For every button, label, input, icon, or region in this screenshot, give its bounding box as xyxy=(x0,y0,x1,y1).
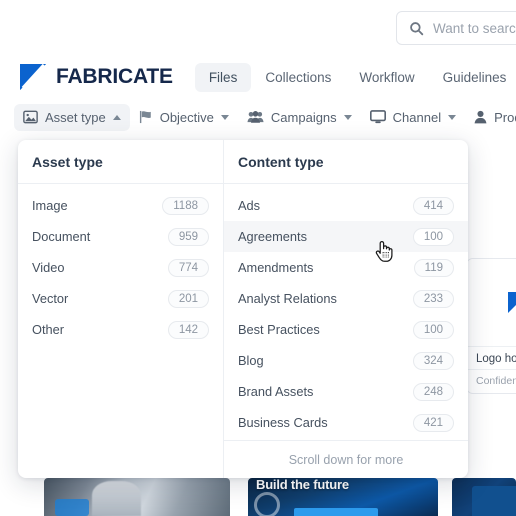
option-analyst-relations[interactable]: Analyst Relations 233 xyxy=(224,283,468,314)
asset-card-title: Logo hor xyxy=(476,353,516,365)
option-ads[interactable]: Ads 414 xyxy=(224,190,468,221)
option-image[interactable]: Image 1188 xyxy=(18,190,223,221)
option-label: Analyst Relations xyxy=(238,291,337,306)
chevron-up-icon xyxy=(112,114,121,120)
chevron-down-icon xyxy=(343,114,352,120)
banner-cta-button[interactable] xyxy=(294,508,378,516)
option-label: Vector xyxy=(32,291,69,306)
top-bar: Want to search xyxy=(0,0,516,55)
scroll-hint: Scroll down for more xyxy=(224,440,468,478)
option-vector[interactable]: Vector 201 xyxy=(18,283,223,314)
nav-tabs: Files Collections Workflow Guidelines xyxy=(194,62,516,92)
tab-guidelines[interactable]: Guidelines xyxy=(429,63,516,92)
option-count: 959 xyxy=(167,227,209,246)
chevron-down-icon xyxy=(448,114,457,120)
column-header-asset-type: Asset type xyxy=(18,140,223,184)
filter-channel-label: Channel xyxy=(392,109,442,125)
option-count: 100 xyxy=(412,320,454,339)
option-label: Document xyxy=(32,229,91,244)
option-count: 324 xyxy=(412,351,454,370)
brand-name: FABRICATE xyxy=(56,65,173,88)
option-count: 201 xyxy=(167,289,209,308)
image-icon xyxy=(23,110,38,124)
search-icon xyxy=(409,21,424,36)
thumbnail-blue-abstract-tile[interactable] xyxy=(452,478,516,516)
option-label: Blog xyxy=(238,353,264,368)
filter-asset-type[interactable]: Asset type xyxy=(14,103,130,131)
people-icon xyxy=(247,110,264,124)
option-brand-assets[interactable]: Brand Assets 248 xyxy=(224,376,468,407)
asset-type-option-list: Image 1188 Document 959 Video 774 Vector… xyxy=(18,184,223,345)
filter-campaigns-label: Campaigns xyxy=(270,109,337,125)
tab-collections[interactable]: Collections xyxy=(251,63,345,92)
option-count: 142 xyxy=(167,320,209,339)
person-icon xyxy=(474,110,487,124)
filter-produced-by-label: Produced b xyxy=(494,109,516,125)
filter-bar: Asset type Objective Campaigns Channel P… xyxy=(0,99,516,135)
banner-caption: Build the future xyxy=(256,478,349,492)
dropdown-column-content-type: Content type Ads 414 Agreements 100 Amen… xyxy=(224,140,468,478)
filter-objective[interactable]: Objective xyxy=(130,104,238,131)
option-label: Video xyxy=(32,260,65,275)
asset-card-preview[interactable]: F Logo hor Confidenti xyxy=(466,258,516,394)
option-amendments[interactable]: Amendments 119 xyxy=(224,252,468,283)
mouse-cursor-pointer-hand-icon xyxy=(374,239,394,263)
option-count: 774 xyxy=(167,258,209,277)
filter-asset-type-label: Asset type xyxy=(45,109,106,125)
option-label: Brand Assets xyxy=(238,384,314,399)
option-label: Ads xyxy=(238,198,261,213)
option-label: Agreements xyxy=(238,229,307,244)
filter-objective-label: Objective xyxy=(159,109,214,125)
option-best-practices[interactable]: Best Practices 100 xyxy=(224,314,468,345)
option-count: 119 xyxy=(413,258,454,277)
option-label: Other xyxy=(32,322,65,337)
option-video[interactable]: Video 774 xyxy=(18,252,223,283)
option-agreements[interactable]: Agreements 100 xyxy=(224,221,468,252)
filter-channel[interactable]: Channel xyxy=(361,104,465,131)
filter-campaigns[interactable]: Campaigns xyxy=(238,104,361,131)
option-count: 414 xyxy=(412,196,454,215)
fabricate-logo-icon xyxy=(507,292,516,313)
search-placeholder: Want to search xyxy=(433,20,516,36)
navigation-bar: FABRICATE Files Collections Workflow Gui… xyxy=(0,55,516,99)
option-count: 233 xyxy=(412,289,454,308)
tab-files[interactable]: Files xyxy=(194,62,252,92)
asset-card-thumbnail: F xyxy=(467,259,516,347)
option-label: Best Practices xyxy=(238,322,320,337)
chevron-down-icon xyxy=(220,114,229,120)
search-input[interactable]: Want to search xyxy=(396,11,516,45)
option-count: 1188 xyxy=(162,196,209,215)
asset-card-logo: F xyxy=(507,292,516,313)
asset-card-subtitle: Confidenti xyxy=(467,369,516,393)
option-label: Amendments xyxy=(238,260,314,275)
asset-type-dropdown-panel: Asset type Image 1188 Document 959 Video… xyxy=(18,140,468,478)
option-other[interactable]: Other 142 xyxy=(18,314,223,345)
option-count: 100 xyxy=(412,227,454,246)
option-document[interactable]: Document 959 xyxy=(18,221,223,252)
option-count: 421 xyxy=(412,413,454,432)
thumbnail-build-the-future-banner[interactable]: Build the future xyxy=(248,478,438,516)
app-root: F Logo hor Confidenti Build the future W… xyxy=(0,0,516,516)
option-business-cards[interactable]: Business Cards 421 xyxy=(224,407,468,438)
tab-workflow[interactable]: Workflow xyxy=(345,63,428,92)
thumbnail-strip: Build the future xyxy=(0,478,516,516)
banner-ring-decoration xyxy=(254,492,280,516)
column-header-content-type: Content type xyxy=(224,140,468,184)
brand-logo[interactable]: FABRICATE xyxy=(20,63,173,90)
monitor-icon xyxy=(369,110,386,124)
thumbnail-robotics-engineer-photo[interactable] xyxy=(44,478,230,516)
fabricate-logo-icon xyxy=(20,63,46,90)
flag-icon xyxy=(139,110,153,124)
option-count: 248 xyxy=(412,382,454,401)
option-label: Business Cards xyxy=(238,415,328,430)
option-blog[interactable]: Blog 324 xyxy=(224,345,468,376)
filter-produced-by[interactable]: Produced b xyxy=(465,104,516,131)
option-label: Image xyxy=(32,198,68,213)
dropdown-column-asset-type: Asset type Image 1188 Document 959 Video… xyxy=(18,140,224,478)
content-type-option-list: Ads 414 Agreements 100 Amendments 119 An… xyxy=(224,184,468,438)
